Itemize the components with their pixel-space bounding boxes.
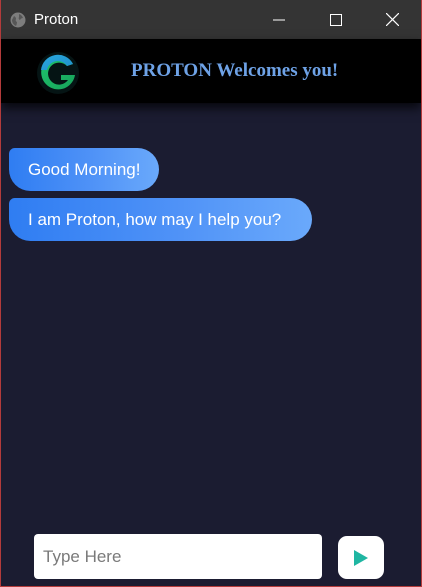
minimize-button[interactable] [250,0,307,39]
message-input[interactable] [34,534,322,579]
window-controls [250,0,421,39]
message-list: Good Morning! I am Proton, how may I hel… [9,148,409,241]
window-title: Proton [34,11,79,28]
header-title: PROTON Welcomes you! [131,60,339,81]
app-window: Proton PROTON Welcomes you! Good Morning… [0,0,422,587]
chat-bubble: Good Morning! [9,148,160,191]
proton-logo-icon [35,50,81,96]
title-bar[interactable]: Proton [1,0,421,39]
maximize-button[interactable] [307,0,364,39]
minimize-icon [272,19,285,20]
close-icon [386,13,399,26]
chat-bubble: I am Proton, how may I help you? [9,198,312,241]
send-button[interactable] [338,536,384,579]
message-row: Good Morning! [9,148,409,191]
message-row: I am Proton, how may I help you? [9,191,409,241]
globe-icon [9,11,26,28]
play-send-icon [354,549,368,566]
maximize-icon [329,13,342,26]
close-button[interactable] [364,0,421,39]
chat-header: PROTON Welcomes you! [1,39,421,103]
